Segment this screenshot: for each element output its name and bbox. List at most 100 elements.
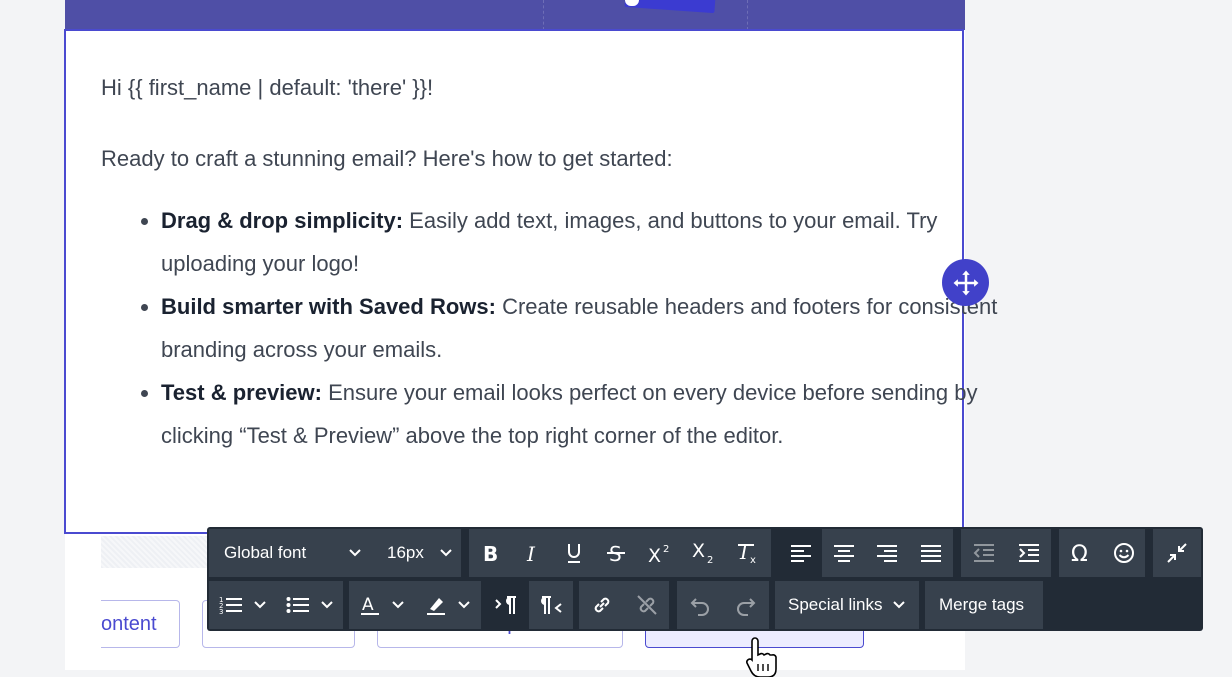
list-item-title: Test & preview: bbox=[161, 380, 322, 405]
intro-text[interactable]: Ready to craft a stunning email? Here's … bbox=[101, 146, 673, 172]
clear-formatting-icon: Ix bbox=[738, 541, 756, 565]
align-right-button[interactable] bbox=[865, 529, 908, 577]
indent-icon bbox=[1018, 544, 1039, 562]
svg-text:Ω: Ω bbox=[1071, 542, 1088, 564]
redo-button[interactable] bbox=[723, 581, 769, 629]
text-toolbar: Global font 16px B I S X2 X2 Ix Ω 12 3 A… bbox=[207, 527, 1203, 631]
hand-cursor-icon bbox=[746, 637, 777, 677]
chevron-down-icon bbox=[348, 548, 362, 558]
text-color-icon: A bbox=[361, 595, 379, 615]
font-controls: Global font 16px bbox=[209, 529, 461, 577]
strikethrough-icon: S bbox=[607, 542, 625, 564]
list-item[interactable]: Test & preview: Ensure your email looks … bbox=[161, 371, 1001, 457]
font-size-label: 16px bbox=[387, 543, 424, 562]
bulleted-list-icon bbox=[286, 597, 309, 613]
indent-button[interactable] bbox=[1006, 529, 1051, 577]
list-item-title: Drag & drop simplicity: bbox=[161, 208, 404, 233]
chevron-down-icon bbox=[439, 548, 453, 558]
greeting-text[interactable]: Hi {{ first_name | default: 'there' }}! bbox=[101, 75, 433, 101]
subscript-button[interactable]: X2 bbox=[681, 529, 725, 577]
align-center-button[interactable] bbox=[822, 529, 865, 577]
merge-tags-button[interactable]: Merge tags bbox=[925, 581, 1043, 629]
special-links-dropdown[interactable]: Special links bbox=[775, 581, 919, 629]
bold-icon: B bbox=[483, 542, 498, 564]
svg-text:B: B bbox=[483, 542, 498, 564]
undo-icon bbox=[690, 598, 709, 616]
collapse-toolbar-button[interactable] bbox=[1153, 529, 1201, 577]
font-size-dropdown[interactable]: 16px bbox=[372, 529, 461, 577]
chevron-down-icon bbox=[391, 600, 405, 610]
highlighter-icon bbox=[427, 598, 445, 615]
align-justify-button[interactable] bbox=[908, 529, 953, 577]
link-controls bbox=[579, 581, 669, 629]
insert-link-button[interactable] bbox=[579, 581, 624, 629]
paragraph-rtl-icon bbox=[541, 596, 562, 614]
bulleted-list-button[interactable] bbox=[276, 581, 343, 629]
list-controls: 123 bbox=[209, 581, 343, 629]
font-family-dropdown[interactable]: Global font bbox=[209, 529, 372, 577]
move-icon bbox=[953, 270, 978, 295]
svg-text:I: I bbox=[526, 542, 536, 564]
superscript-button[interactable]: X2 bbox=[637, 529, 681, 577]
redo-icon bbox=[737, 598, 756, 616]
align-left-button[interactable] bbox=[779, 529, 822, 577]
emoji-icon bbox=[1113, 543, 1134, 563]
outdent-icon bbox=[973, 544, 994, 562]
header-row[interactable] bbox=[65, 0, 965, 30]
underline-button[interactable] bbox=[553, 529, 595, 577]
remove-link-button[interactable] bbox=[624, 581, 669, 629]
content-button[interactable]: ontent bbox=[101, 600, 180, 648]
svg-text:2: 2 bbox=[663, 544, 669, 555]
align-center-icon bbox=[833, 545, 854, 562]
list-item[interactable]: Build smarter with Saved Rows: Create re… bbox=[161, 285, 1001, 371]
subscript-icon: X2 bbox=[692, 541, 713, 565]
svg-text:3: 3 bbox=[219, 608, 223, 615]
svg-text:2: 2 bbox=[707, 555, 713, 565]
numbered-list-button[interactable]: 123 bbox=[209, 581, 276, 629]
align-justify-icon bbox=[920, 545, 941, 562]
underline-icon bbox=[568, 544, 580, 563]
text-color-button[interactable]: A bbox=[349, 581, 415, 629]
special-character-button[interactable]: Ω bbox=[1059, 529, 1102, 577]
rtl-direction-button[interactable] bbox=[529, 581, 573, 629]
align-right-icon bbox=[876, 545, 897, 562]
list-item[interactable]: Drag & drop simplicity: Easily add text,… bbox=[161, 199, 1001, 285]
align-left-icon bbox=[790, 545, 811, 562]
strikethrough-button[interactable]: S bbox=[595, 529, 637, 577]
chevron-down-icon bbox=[253, 600, 267, 610]
svg-text:X: X bbox=[692, 541, 705, 562]
minimize-icon bbox=[1167, 543, 1187, 563]
button-label: ontent bbox=[101, 612, 157, 635]
svg-text:x: x bbox=[750, 555, 756, 565]
font-family-label: Global font bbox=[224, 543, 307, 562]
chevron-down-icon bbox=[457, 600, 471, 610]
text-block-selected[interactable]: Hi {{ first_name | default: 'there' }}! … bbox=[64, 29, 997, 534]
italic-icon: I bbox=[526, 542, 536, 564]
bold-button[interactable]: B bbox=[469, 529, 511, 577]
grid-line bbox=[747, 0, 749, 30]
merge-tags-label: Merge tags bbox=[939, 595, 1025, 614]
chevron-down-icon bbox=[892, 600, 906, 610]
highlight-color-button[interactable] bbox=[415, 581, 481, 629]
svg-text:A: A bbox=[362, 595, 374, 615]
undo-button[interactable] bbox=[677, 581, 723, 629]
paragraph-ltr-icon bbox=[495, 596, 516, 614]
color-controls: A bbox=[349, 581, 481, 629]
insert-controls: Ω bbox=[1059, 529, 1145, 577]
superscript-icon: X2 bbox=[648, 544, 669, 564]
collapse-controls bbox=[1153, 529, 1201, 577]
clear-formatting-button[interactable]: Ix bbox=[725, 529, 771, 577]
history-controls bbox=[677, 581, 769, 629]
direction-controls bbox=[485, 581, 573, 629]
ltr-direction-button[interactable] bbox=[485, 581, 529, 629]
unlink-icon bbox=[636, 595, 657, 615]
italic-button[interactable]: I bbox=[511, 529, 553, 577]
indent-controls bbox=[961, 529, 1051, 577]
omega-icon: Ω bbox=[1071, 542, 1088, 564]
numbered-list-icon: 123 bbox=[219, 596, 242, 615]
move-block-handle[interactable] bbox=[942, 259, 989, 306]
emoji-button[interactable] bbox=[1102, 529, 1145, 577]
chevron-down-icon bbox=[320, 600, 334, 610]
outdent-button[interactable] bbox=[961, 529, 1006, 577]
svg-text:X: X bbox=[648, 545, 661, 564]
